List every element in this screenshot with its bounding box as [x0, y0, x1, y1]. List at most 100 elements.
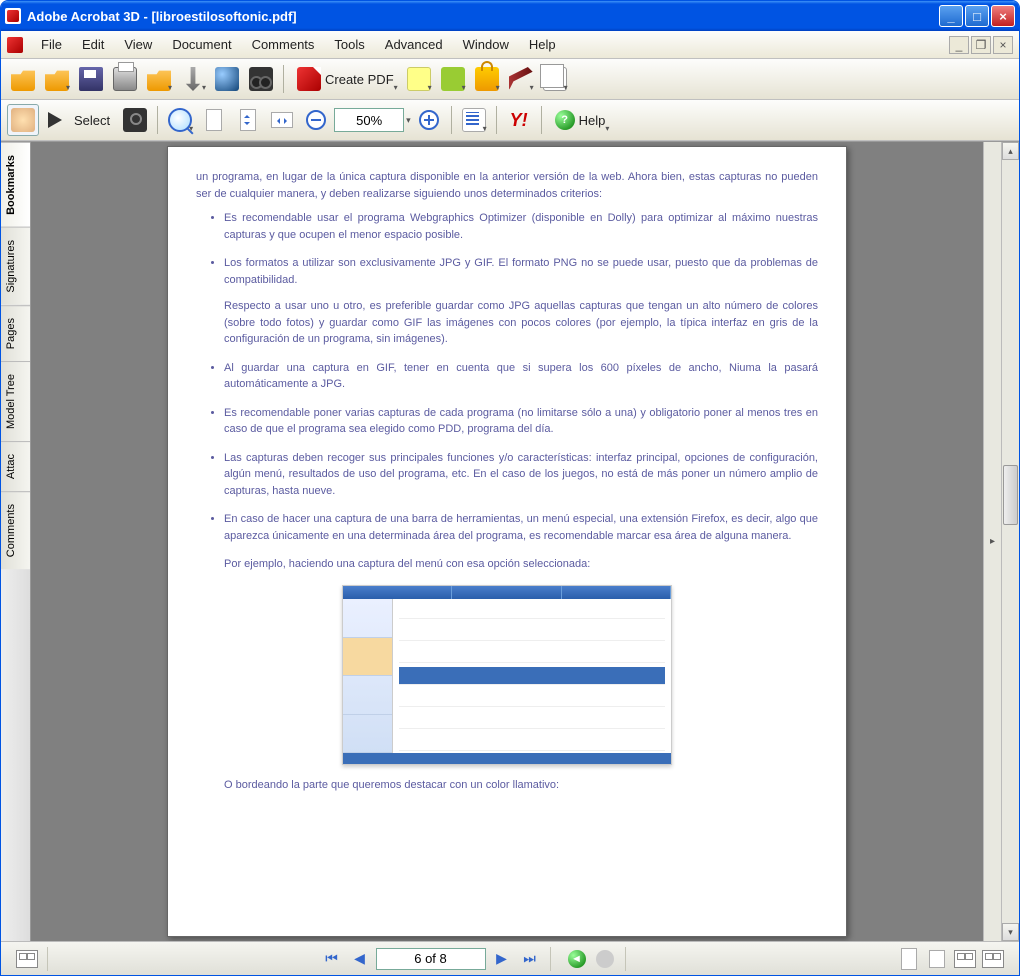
fit-width-icon: [271, 112, 293, 128]
page-icon: [206, 109, 222, 131]
tab-model-tree[interactable]: Model Tree: [1, 361, 30, 441]
tab-attachments[interactable]: Attac: [1, 441, 30, 491]
zoom-in-button[interactable]: [413, 104, 445, 136]
menu-tools[interactable]: Tools: [324, 33, 374, 56]
create-pdf-label: Create PDF: [325, 72, 394, 87]
tab-comments[interactable]: Comments: [1, 491, 30, 569]
titlebar[interactable]: Adobe Acrobat 3D - [libroestilosoftonic.…: [1, 1, 1019, 31]
attach-button[interactable]: [177, 63, 209, 95]
folder-icon: [45, 67, 69, 91]
save-icon: [79, 67, 103, 91]
single-page-button[interactable]: [897, 947, 921, 971]
page-layout-button[interactable]: [15, 947, 39, 971]
sign-button[interactable]: [505, 63, 537, 95]
doc-bullet: Al guardar una captura en GIF, tener en …: [224, 360, 818, 393]
close-button[interactable]: ×: [991, 5, 1015, 27]
next-page-button[interactable]: ▶: [490, 947, 514, 971]
scroll-track[interactable]: [1002, 160, 1019, 923]
menu-view[interactable]: View: [114, 33, 162, 56]
create-pdf-button[interactable]: Create PDF: [290, 63, 401, 95]
organizer-tool-icon: [462, 108, 486, 132]
page-layout-icon: [16, 950, 38, 968]
yahoo-button[interactable]: Y!: [503, 104, 535, 136]
binoculars-icon: [249, 67, 273, 91]
menu-window[interactable]: Window: [453, 33, 519, 56]
tab-pages[interactable]: Pages: [1, 305, 30, 361]
select-tool-button[interactable]: Select: [41, 104, 117, 136]
embedded-screenshot: [342, 585, 672, 765]
zoom-out-button[interactable]: [300, 104, 332, 136]
scroll-thumb[interactable]: [1003, 465, 1018, 525]
pen-icon: [509, 67, 533, 91]
hand-icon: [11, 108, 35, 132]
page-number-input[interactable]: [376, 948, 486, 970]
continuous-button[interactable]: [925, 947, 949, 971]
email-button[interactable]: [211, 63, 243, 95]
open-button[interactable]: [7, 63, 39, 95]
forms-button[interactable]: [539, 63, 571, 95]
minimize-button[interactable]: _: [939, 5, 963, 27]
organizer-button[interactable]: [143, 63, 175, 95]
zoom-tool-button[interactable]: [164, 104, 196, 136]
facing-button[interactable]: [953, 947, 977, 971]
help-button[interactable]: ? Help: [548, 104, 613, 136]
lock-icon: [475, 67, 499, 91]
fit-width-button[interactable]: [266, 104, 298, 136]
doc-bullet: Los formatos a utilizar son exclusivamen…: [224, 255, 818, 348]
scroll-up-button[interactable]: ▴: [1002, 142, 1019, 160]
save-button[interactable]: [75, 63, 107, 95]
doc-bullet: Es recomendable usar el programa Webgrap…: [224, 210, 818, 243]
print-button[interactable]: [109, 63, 141, 95]
snapshot-button[interactable]: [119, 104, 151, 136]
separator: [157, 106, 158, 134]
fit-page-button[interactable]: [232, 104, 264, 136]
menu-help[interactable]: Help: [519, 33, 566, 56]
mdi-minimize-button[interactable]: _: [949, 36, 969, 54]
actual-size-button[interactable]: [198, 104, 230, 136]
menu-advanced[interactable]: Advanced: [375, 33, 453, 56]
last-page-button[interactable]: ⏭: [518, 947, 542, 971]
folder-open-icon: [11, 67, 35, 91]
secure-button[interactable]: [471, 63, 503, 95]
menu-file[interactable]: File: [31, 33, 72, 56]
first-page-button[interactable]: ⏮: [320, 947, 344, 971]
tab-signatures[interactable]: Signatures: [1, 227, 30, 305]
yahoo-icon: Y!: [510, 110, 528, 131]
separator: [451, 106, 452, 134]
find-button[interactable]: [245, 63, 277, 95]
back-icon: ◄: [568, 950, 586, 968]
pane-toggle-right[interactable]: ▸: [983, 142, 1001, 941]
printer-icon: [113, 67, 137, 91]
doc-bullet: En caso de hacer una captura de una barr…: [224, 511, 818, 544]
page-canvas[interactable]: un programa, en lugar de la única captur…: [31, 142, 983, 941]
zoom-level-input[interactable]: [334, 108, 404, 132]
doc-text: Los formatos a utilizar son exclusivamen…: [224, 257, 818, 286]
stamp-icon: [441, 67, 465, 91]
tab-bookmarks[interactable]: Bookmarks: [1, 142, 30, 227]
hand-tool-button[interactable]: [7, 104, 39, 136]
continuous-facing-icon: [982, 950, 1004, 968]
menu-edit[interactable]: Edit: [72, 33, 114, 56]
mdi-close-button[interactable]: ×: [993, 36, 1013, 54]
menu-comments[interactable]: Comments: [242, 33, 325, 56]
open-recent-button[interactable]: [41, 63, 73, 95]
titlebar-text: Adobe Acrobat 3D - [libroestilosoftonic.…: [27, 9, 939, 24]
doc-text: O bordeando la parte que queremos destac…: [224, 777, 818, 794]
doc-text: Por ejemplo, haciendo una captura del me…: [224, 556, 818, 573]
camera-icon: [123, 108, 147, 132]
menu-document[interactable]: Document: [162, 33, 241, 56]
previous-page-button[interactable]: ◀: [348, 947, 372, 971]
minus-icon: [306, 110, 326, 130]
next-view-button[interactable]: [593, 947, 617, 971]
previous-view-button[interactable]: ◄: [565, 947, 589, 971]
continuous-facing-button[interactable]: [981, 947, 1005, 971]
mdi-restore-button[interactable]: ❐: [971, 36, 991, 54]
facing-icon: [954, 950, 976, 968]
vertical-scrollbar[interactable]: ▴ ▾: [1001, 142, 1019, 941]
organizer-tool-button[interactable]: [458, 104, 490, 136]
maximize-button[interactable]: □: [965, 5, 989, 27]
navigation-pane: Bookmarks Signatures Pages Model Tree At…: [1, 142, 31, 941]
stamp-button[interactable]: [437, 63, 469, 95]
comment-button[interactable]: [403, 63, 435, 95]
scroll-down-button[interactable]: ▾: [1002, 923, 1019, 941]
